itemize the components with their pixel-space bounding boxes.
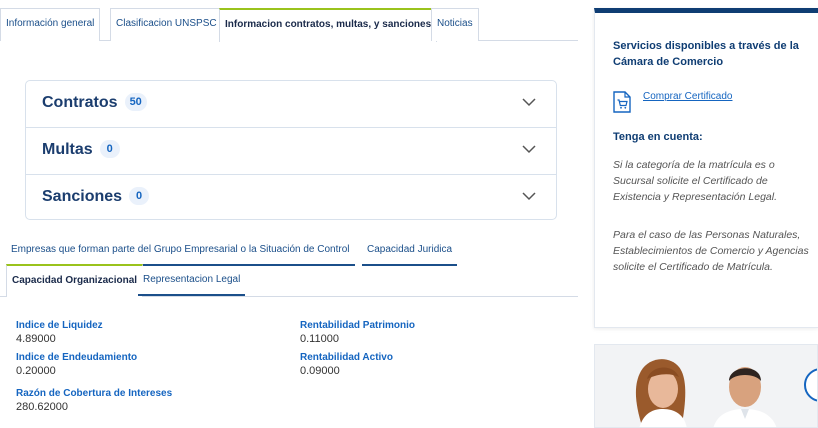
accordion-contratos-label: Contratos bbox=[42, 94, 118, 111]
people-photo-illustration bbox=[595, 345, 817, 427]
chevron-down-icon bbox=[522, 98, 536, 107]
multas-count-badge: 0 bbox=[99, 140, 120, 158]
tab-noticias[interactable]: Noticias bbox=[431, 8, 479, 41]
indicator-cobertura-label: Razón de Cobertura de Intereses bbox=[16, 388, 173, 399]
indicator-patrimonio-label: Rentabilidad Patrimonio bbox=[300, 320, 416, 331]
indicator-activo: Rentabilidad Activo 0.09000 bbox=[300, 352, 393, 378]
indicator-patrimonio: Rentabilidad Patrimonio 0.11000 bbox=[300, 320, 415, 346]
indicator-patrimonio-value: 0.11000 bbox=[300, 333, 339, 345]
sanciones-count-badge: 0 bbox=[129, 187, 150, 205]
capacity-tabs-row-1: Empresas que forman parte del Grupo Empr… bbox=[0, 236, 578, 266]
contracts-accordion: Contratos 50 Multas 0 Sanciones 0 bbox=[25, 80, 557, 220]
chevron-down-icon bbox=[522, 145, 536, 154]
indicator-liquidez-value: 4.89000 bbox=[16, 333, 56, 345]
accordion-sanciones[interactable]: Sanciones 0 bbox=[26, 174, 556, 220]
tab-clasificacion-unspsc[interactable]: Clasificacion UNSPSC bbox=[110, 8, 223, 41]
tab-informacion-general[interactable]: Información general bbox=[0, 8, 101, 41]
tab-capacidad-juridica[interactable]: Capacidad Juridica bbox=[362, 236, 458, 266]
services-title: Servicios disponibles a través de la Cám… bbox=[613, 40, 799, 68]
tab-representacion-legal[interactable]: Representacion Legal bbox=[138, 266, 246, 296]
indicator-cobertura: Razón de Cobertura de Intereses 280.6200… bbox=[16, 388, 172, 414]
advisors-photo bbox=[594, 344, 818, 428]
indicator-cobertura-value: 280.62000 bbox=[16, 401, 68, 413]
comprar-certificado-link[interactable]: Comprar Certificado bbox=[643, 91, 732, 102]
cart-certificate-icon bbox=[613, 91, 631, 113]
accordion-multas-label: Multas bbox=[42, 141, 93, 158]
contratos-count-badge: 50 bbox=[124, 93, 147, 111]
accordion-contratos[interactable]: Contratos 50 bbox=[26, 81, 556, 127]
indicator-liquidez: Indice de Liquidez 4.89000 bbox=[16, 320, 103, 346]
indicator-activo-value: 0.09000 bbox=[300, 365, 340, 377]
main-tabs: Información general Clasificacion UNSPSC… bbox=[0, 8, 578, 42]
note-personas-naturales: Para el caso de las Personas Naturales, … bbox=[613, 229, 809, 273]
chevron-down-icon bbox=[522, 192, 536, 201]
indicator-activo-label: Rentabilidad Activo bbox=[300, 352, 393, 363]
note-sucursal: Si la categoría de la matrícula es o Suc… bbox=[613, 159, 778, 203]
accordion-multas[interactable]: Multas 0 bbox=[26, 127, 556, 173]
tab-contratos-multas-sanciones[interactable]: Informacion contratos, multas, y sancion… bbox=[219, 8, 438, 42]
indicator-liquidez-label: Indice de Liquidez bbox=[16, 320, 103, 331]
capacity-tabs-row-2: Capacidad Organizacional Representacion … bbox=[0, 264, 578, 297]
services-card: Servicios disponibles a través de la Cám… bbox=[594, 8, 818, 328]
accordion-sanciones-label: Sanciones bbox=[42, 188, 123, 205]
tab-grupo-empresarial[interactable]: Empresas que forman parte del Grupo Empr… bbox=[6, 236, 355, 266]
indicator-endeudamiento-label: Indice de Endeudamiento bbox=[16, 352, 138, 363]
indicator-endeudamiento: Indice de Endeudamiento 0.20000 bbox=[16, 352, 137, 378]
tab-capacidad-organizacional[interactable]: Capacidad Organizacional bbox=[6, 264, 144, 297]
indicator-endeudamiento-value: 0.20000 bbox=[16, 365, 56, 377]
note-title: Tenga en cuenta: bbox=[613, 131, 703, 143]
